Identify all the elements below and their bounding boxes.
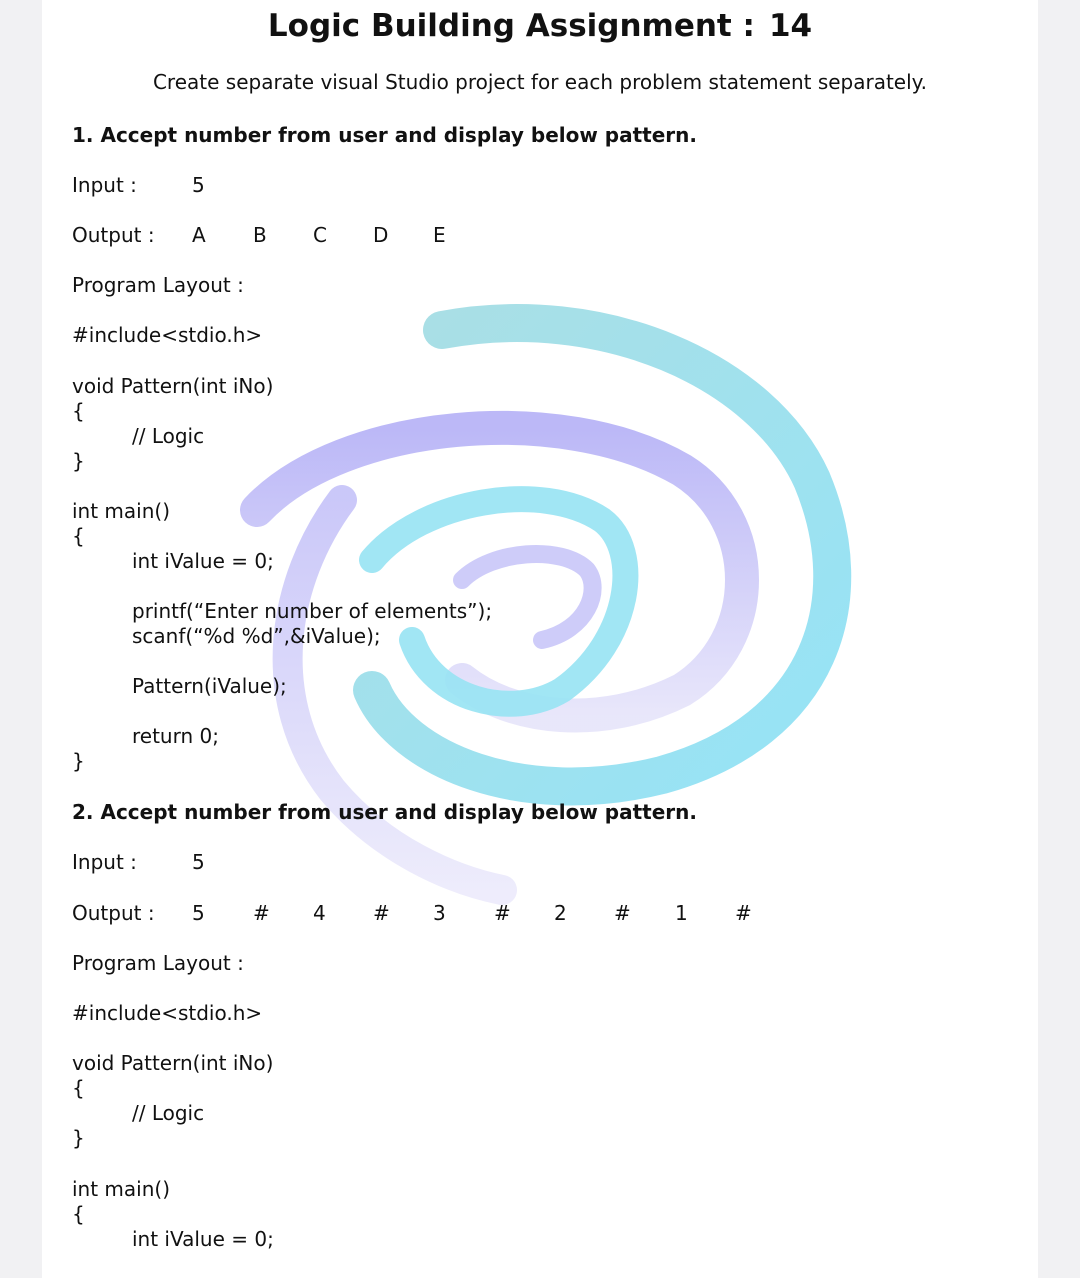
problem-1-heading: 1. Accept number from user and display b…: [72, 123, 697, 147]
code-declaration: int iValue = 0;: [132, 1227, 274, 1251]
problem-2-output-sequence: 5 # 4 # 3 # 2 # 1 #: [192, 901, 812, 927]
output-token: E: [433, 223, 446, 247]
output-token: #: [373, 901, 390, 925]
problem-2-output-label: Output :: [72, 901, 155, 925]
output-token: #: [494, 901, 511, 925]
problem-2-layout-label: Program Layout :: [72, 951, 244, 975]
code-open-brace: {: [72, 1076, 85, 1100]
code-declaration: int iValue = 0;: [132, 549, 274, 573]
code-return: return 0;: [132, 724, 219, 748]
code-function-signature: void Pattern(int iNo): [72, 1051, 274, 1075]
code-pattern-call: Pattern(iValue);: [132, 674, 287, 698]
output-token: B: [253, 223, 267, 247]
title-text: Logic Building Assignment :: [267, 8, 755, 44]
code-close-brace: }: [72, 449, 85, 473]
problem-1-layout-label: Program Layout :: [72, 273, 244, 297]
problem-1-output-sequence: A B C D E: [192, 223, 492, 249]
page-title: Logic Building Assignment : 14: [42, 8, 1038, 44]
code-main-open-brace: {: [72, 1202, 85, 1226]
problem-1-output-label: Output :: [72, 223, 155, 247]
code-main-signature: int main(): [72, 499, 171, 523]
output-token: #: [253, 901, 270, 925]
problem-1-input-value: 5: [192, 173, 205, 197]
code-logic-comment: // Logic: [132, 424, 205, 448]
code-close-brace: }: [72, 1126, 85, 1150]
code-include: #include<stdio.h>: [72, 1001, 263, 1025]
problem-2-input-value: 5: [192, 850, 205, 874]
output-token: 3: [433, 901, 446, 925]
output-token: #: [735, 901, 752, 925]
instructions-text: Create separate visual Studio project fo…: [152, 70, 928, 94]
output-token: 4: [313, 901, 326, 925]
output-token: A: [192, 223, 206, 247]
problem-2-heading: 2. Accept number from user and display b…: [72, 800, 697, 824]
code-main-close-brace: }: [72, 749, 85, 773]
output-token: #: [614, 901, 631, 925]
output-token: D: [373, 223, 389, 247]
problem-1-input-label: Input :: [72, 173, 137, 197]
problem-2-input-label: Input :: [72, 850, 137, 874]
code-printf: printf(“Enter number of elements”);: [132, 599, 493, 623]
document-page: Logic Building Assignment :14 Create sep…: [42, 0, 1038, 1278]
output-token: 2: [554, 901, 567, 925]
code-main-signature: int main(): [72, 1177, 171, 1201]
code-main-open-brace: {: [72, 524, 85, 548]
code-include: #include<stdio.h>: [72, 323, 263, 347]
output-token: 1: [675, 901, 688, 925]
output-token: 5: [192, 901, 205, 925]
code-logic-comment: // Logic: [132, 1101, 205, 1125]
code-open-brace: {: [72, 399, 85, 423]
code-scanf: scanf(“%d %d”,&iValue);: [132, 624, 381, 648]
title-number: 14: [768, 8, 813, 44]
output-token: C: [313, 223, 327, 247]
code-function-signature: void Pattern(int iNo): [72, 374, 274, 398]
